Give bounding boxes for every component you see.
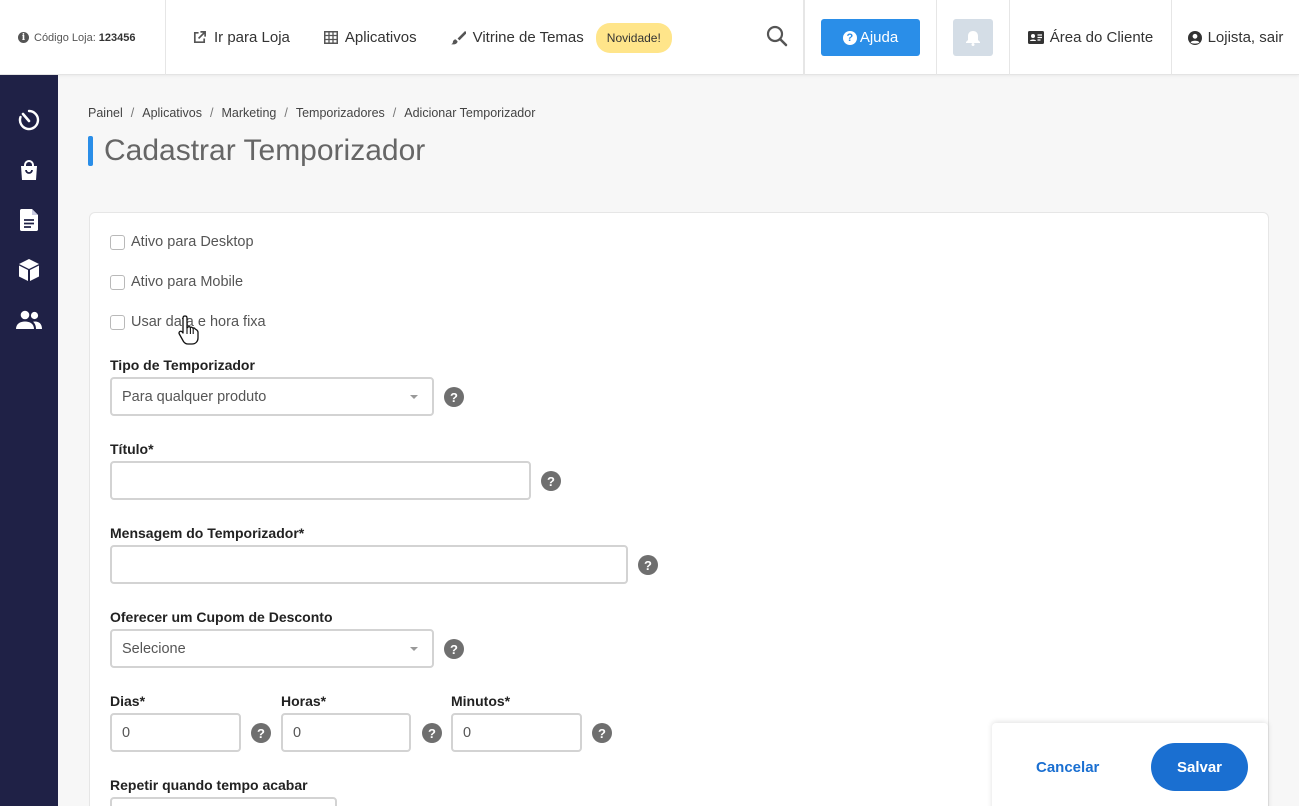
days-input[interactable]: 0 bbox=[110, 713, 241, 752]
timer-type-select[interactable]: Para qualquer produto bbox=[110, 377, 434, 416]
title-label: Título* bbox=[110, 441, 154, 457]
help-icon[interactable]: ? bbox=[251, 723, 271, 743]
box-icon bbox=[18, 258, 40, 282]
notifications-button[interactable] bbox=[953, 19, 993, 56]
breadcrumb-separator: / bbox=[392, 106, 397, 120]
top-nav-links: Ir para Loja Aplicativos Vitrine de Tema… bbox=[166, 0, 804, 75]
help-icon[interactable]: ? bbox=[592, 723, 612, 743]
sidebar-item-products[interactable] bbox=[16, 257, 42, 283]
minutes-input[interactable]: 0 bbox=[451, 713, 582, 752]
question-icon: ? bbox=[842, 30, 857, 45]
sidebar-item-customers[interactable] bbox=[16, 307, 42, 333]
help-cell: ? Ajuda bbox=[804, 0, 937, 75]
checkbox-box[interactable] bbox=[110, 274, 125, 290]
id-card-icon bbox=[1027, 31, 1044, 44]
breadcrumb: Painel / Aplicativos / Marketing / Temporizado… bbox=[88, 106, 535, 120]
search-icon[interactable] bbox=[766, 25, 788, 47]
breadcrumb-item-timers[interactable]: Temporizadores bbox=[296, 106, 385, 120]
title-accent-bar bbox=[88, 136, 93, 166]
nav-link-label: Aplicativos bbox=[344, 29, 417, 46]
breadcrumb-item-panel[interactable]: Painel bbox=[88, 106, 123, 120]
dashboard-timer-icon bbox=[17, 108, 41, 132]
message-label: Mensagem do Temporizador* bbox=[110, 525, 305, 541]
info-icon: i bbox=[18, 32, 29, 43]
hours-label: Horas* bbox=[281, 693, 327, 709]
help-icon[interactable]: ? bbox=[541, 471, 561, 491]
users-icon bbox=[16, 310, 42, 330]
nav-link-themes[interactable]: Vitrine de Temas bbox=[450, 29, 584, 46]
checkbox-mobile[interactable]: Ativo para Mobile bbox=[110, 274, 243, 290]
help-icon[interactable]: ? bbox=[444, 387, 464, 407]
logout-label: Lojista, sair bbox=[1207, 29, 1284, 46]
checkbox-desktop[interactable]: Ativo para Desktop bbox=[110, 234, 254, 250]
nav-link-label: Vitrine de Temas bbox=[472, 29, 584, 46]
page-title: Cadastrar Temporizador bbox=[104, 134, 426, 167]
grid-icon bbox=[323, 31, 338, 44]
message-input[interactable] bbox=[110, 545, 628, 584]
cancel-button[interactable]: Cancelar bbox=[1036, 759, 1099, 776]
brush-icon bbox=[450, 30, 466, 45]
form-actions: Cancelar Salvar bbox=[992, 723, 1268, 806]
form-card bbox=[89, 212, 1269, 806]
help-button-label: Ajuda bbox=[859, 29, 899, 46]
nav-link-label: Ir para Loja bbox=[214, 29, 290, 46]
breadcrumb-separator: / bbox=[284, 106, 288, 120]
top-navigation-bar: i Código Loja: 123456 Ir para Loja Aplic… bbox=[0, 0, 1299, 75]
help-icon[interactable]: ? bbox=[638, 555, 658, 575]
help-button[interactable]: ? Ajuda bbox=[821, 19, 920, 56]
help-icon[interactable]: ? bbox=[444, 639, 464, 659]
coupon-label: Oferecer um Cupom de Desconto bbox=[110, 609, 333, 625]
sidebar bbox=[0, 75, 58, 806]
client-area-label: Área do Cliente bbox=[1049, 29, 1154, 46]
sidebar-item-orders[interactable] bbox=[16, 157, 42, 183]
new-badge: Novidade! bbox=[595, 22, 672, 53]
breadcrumb-item-marketing[interactable]: Marketing bbox=[221, 106, 276, 120]
nav-link-store[interactable]: Ir para Loja bbox=[192, 29, 290, 46]
chevron-down-icon bbox=[410, 647, 418, 651]
shopping-bag-icon bbox=[18, 159, 40, 181]
logout-link[interactable]: Lojista, sair bbox=[1172, 0, 1299, 75]
coupon-select[interactable]: Selecione bbox=[110, 629, 434, 668]
nav-link-apps[interactable]: Aplicativos bbox=[323, 29, 417, 46]
save-button[interactable]: Salvar bbox=[1151, 743, 1248, 791]
timer-type-label: Tipo de Temporizador bbox=[110, 357, 255, 373]
document-icon bbox=[20, 209, 38, 231]
breadcrumb-item-current: Adicionar Temporizador bbox=[404, 106, 536, 120]
checkbox-box[interactable] bbox=[110, 234, 125, 250]
coupon-value: Selecione bbox=[122, 640, 186, 657]
store-code: i Código Loja: 123456 bbox=[0, 0, 166, 75]
days-label: Dias* bbox=[110, 693, 146, 709]
days-input-value: 0 bbox=[122, 724, 131, 741]
breadcrumb-separator: / bbox=[130, 106, 135, 120]
checkbox-label: Ativo para Mobile bbox=[131, 274, 244, 290]
repeat-select[interactable] bbox=[110, 797, 337, 806]
hand-cursor-icon bbox=[178, 314, 202, 351]
store-code-value: 123456 bbox=[98, 31, 136, 44]
checkbox-label: Ativo para Desktop bbox=[131, 234, 254, 250]
notifications-cell bbox=[937, 0, 1010, 75]
user-circle-icon bbox=[1187, 30, 1202, 45]
chevron-down-icon bbox=[410, 395, 418, 399]
hours-input[interactable]: 0 bbox=[281, 713, 411, 752]
checkbox-box[interactable] bbox=[110, 314, 125, 330]
store-code-label: Código Loja: bbox=[34, 31, 96, 44]
sidebar-item-dashboard[interactable] bbox=[16, 107, 42, 133]
title-input[interactable] bbox=[110, 461, 531, 500]
breadcrumb-item-apps[interactable]: Aplicativos bbox=[142, 106, 202, 120]
breadcrumb-separator: / bbox=[209, 106, 214, 120]
hours-input-value: 0 bbox=[293, 724, 302, 741]
sidebar-item-content[interactable] bbox=[16, 207, 42, 233]
timer-type-value: Para qualquer produto bbox=[122, 388, 267, 405]
bell-icon bbox=[966, 30, 980, 46]
minutes-label: Minutos* bbox=[451, 693, 511, 709]
help-icon[interactable]: ? bbox=[422, 723, 442, 743]
minutes-input-value: 0 bbox=[463, 724, 472, 741]
client-area-link[interactable]: Área do Cliente bbox=[1010, 0, 1172, 75]
external-link-icon bbox=[192, 30, 207, 45]
repeat-label: Repetir quando tempo acabar bbox=[110, 777, 308, 793]
